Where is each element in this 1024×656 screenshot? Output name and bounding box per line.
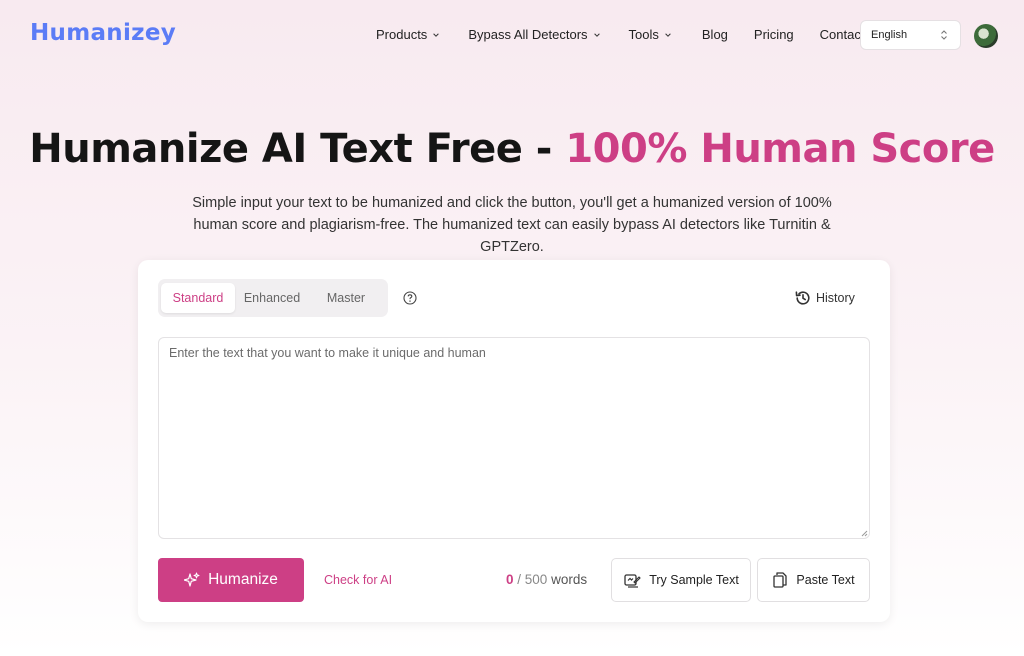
history-label: History	[816, 291, 855, 305]
nav-products-label: Products	[376, 27, 428, 42]
chevron-down-icon	[665, 32, 671, 37]
humanize-button[interactable]: Humanize	[158, 558, 304, 602]
main-nav: Products Bypass All Detectors Tools Blog…	[376, 27, 864, 42]
history-icon	[795, 291, 810, 305]
page-title: Humanize AI Text Free - 100% Human Score	[0, 126, 1024, 172]
nav-blog[interactable]: Blog	[702, 27, 728, 42]
tab-master[interactable]: Master	[309, 283, 383, 313]
logo[interactable]: Humanizey	[30, 20, 176, 46]
try-sample-button[interactable]: Try Sample Text	[611, 558, 751, 602]
humanizer-card: Standard Enhanced Master History Humaniz…	[138, 260, 890, 622]
resize-grip-icon[interactable]	[861, 530, 868, 537]
humanize-label: Humanize	[208, 571, 278, 588]
mode-tabs: Standard Enhanced Master	[158, 279, 388, 317]
tab-standard[interactable]: Standard	[161, 283, 235, 313]
word-count: 0	[506, 572, 514, 587]
nav-pricing-label: Pricing	[753, 27, 794, 42]
user-avatar[interactable]	[974, 24, 998, 48]
nav-bypass-label: Bypass All Detectors	[468, 27, 588, 42]
chevron-down-icon	[593, 32, 600, 37]
check-ai-link[interactable]: Check for AI	[324, 573, 392, 587]
sample-text-icon	[624, 574, 641, 588]
chevron-down-icon	[433, 32, 440, 37]
word-unit: words	[547, 572, 588, 587]
word-separator: /	[513, 572, 525, 587]
sort-updown-icon	[941, 30, 947, 40]
nav-contact-label: Contact	[819, 27, 865, 42]
nav-tools[interactable]: Tools	[629, 27, 672, 42]
language-select[interactable]: English	[860, 20, 961, 50]
page-title-main: Humanize AI Text Free -	[29, 126, 566, 172]
word-counter: 0 / 500 words	[506, 572, 587, 587]
paste-text-button[interactable]: Paste Text	[757, 558, 870, 602]
language-value: English	[871, 29, 908, 41]
history-button[interactable]: History	[794, 289, 855, 307]
sparkles-icon	[184, 572, 200, 587]
nav-blog-label: Blog	[701, 27, 728, 42]
page-title-accent: 100% Human Score	[565, 126, 995, 172]
nav-contact[interactable]: Contact	[820, 27, 865, 42]
word-limit: 500	[524, 572, 548, 587]
tab-enhanced[interactable]: Enhanced	[235, 283, 309, 313]
paste-text-label: Paste Text	[796, 573, 855, 587]
help-icon[interactable]	[403, 291, 417, 305]
copy-icon	[773, 572, 788, 588]
nav-tools-label: Tools	[628, 27, 659, 42]
site-header: Humanizey Products Bypass All Detectors …	[0, 0, 1024, 72]
nav-bypass-detectors[interactable]: Bypass All Detectors	[468, 27, 600, 42]
text-input[interactable]	[158, 337, 870, 539]
page-subtitle: Simple input your text to be humanized a…	[192, 195, 832, 255]
try-sample-label: Try Sample Text	[649, 573, 739, 587]
nav-products[interactable]: Products	[376, 27, 440, 42]
nav-pricing[interactable]: Pricing	[754, 27, 794, 42]
